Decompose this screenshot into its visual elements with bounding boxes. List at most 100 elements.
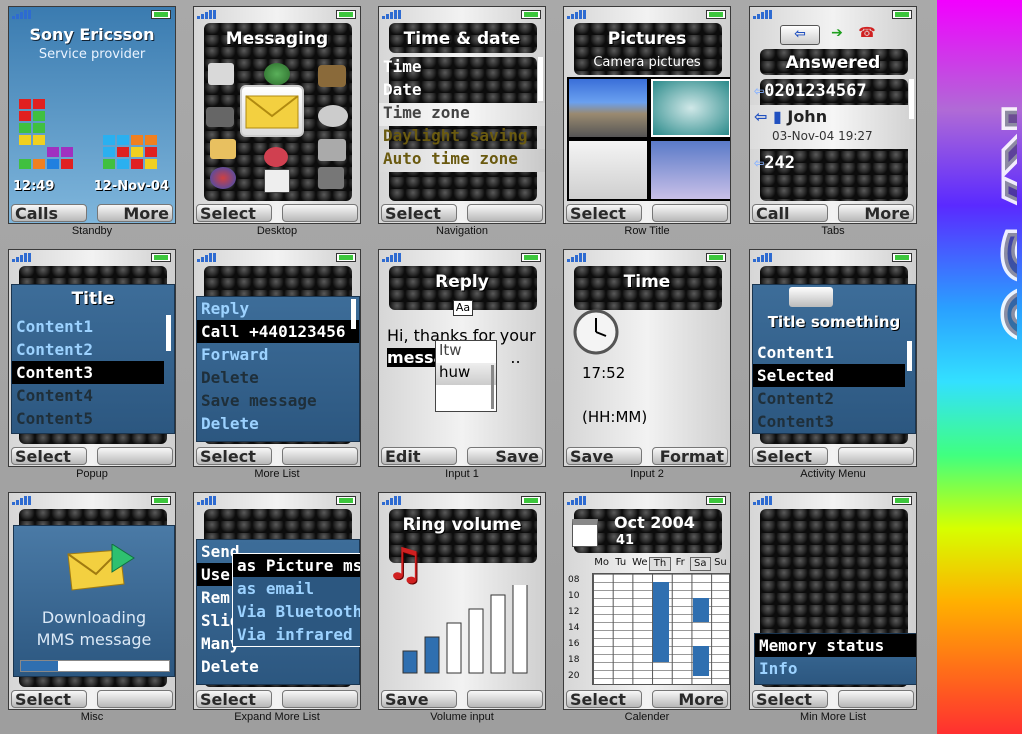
internet-icon[interactable] xyxy=(208,63,234,85)
media-icon[interactable] xyxy=(206,107,234,127)
more-button[interactable]: More xyxy=(97,204,173,222)
list-item[interactable]: Content5 xyxy=(12,407,164,430)
save-button[interactable]: Save xyxy=(381,690,457,708)
camera-icon[interactable] xyxy=(318,65,346,87)
right-softkey[interactable] xyxy=(467,690,543,708)
right-softkey[interactable] xyxy=(282,204,358,222)
list-item[interactable]: Content2 xyxy=(12,338,164,361)
call-entry-selected[interactable]: ⇦ ▮ John 03-Nov-04 19:27 xyxy=(750,105,916,149)
expandmore-cell: Send Use Rem Slide Many Delete as Pictur… xyxy=(189,488,365,731)
tab-missed[interactable]: ☎ xyxy=(854,25,880,45)
menu-item[interactable]: Delete xyxy=(197,366,359,389)
list-item[interactable]: Content1 xyxy=(753,341,905,364)
right-softkey[interactable] xyxy=(97,447,173,465)
calendar-grid[interactable] xyxy=(592,573,730,685)
right-softkey[interactable] xyxy=(838,447,914,465)
calendar-event[interactable] xyxy=(693,646,709,676)
select-button[interactable]: Select xyxy=(566,690,642,708)
menu-item[interactable]: Reply xyxy=(197,297,359,320)
more-button[interactable]: More xyxy=(652,690,728,708)
minute-field[interactable]: 52 xyxy=(606,364,625,382)
activity-tab[interactable] xyxy=(789,287,833,307)
messaging-icon[interactable] xyxy=(240,85,304,137)
filemanager-icon[interactable] xyxy=(210,139,236,159)
select-button[interactable]: Select xyxy=(11,690,87,708)
select-button[interactable]: Select xyxy=(196,690,272,708)
submenu-item[interactable]: as email xyxy=(233,577,360,600)
menu-item[interactable]: Forward xyxy=(197,343,359,366)
list-item[interactable]: Time xyxy=(379,57,545,80)
submenu-item[interactable]: Via Bluetooth xyxy=(233,600,360,623)
menu-item[interactable]: Delete xyxy=(197,655,359,678)
menu-item[interactable]: Save message xyxy=(197,389,359,412)
calendar-icon[interactable] xyxy=(264,169,290,193)
thumbnail[interactable] xyxy=(569,79,647,137)
select-button[interactable]: Select xyxy=(381,204,457,222)
scrollbar[interactable] xyxy=(909,79,914,119)
right-softkey[interactable] xyxy=(467,204,543,222)
more-button[interactable]: More xyxy=(838,204,914,222)
thumbnail[interactable] xyxy=(651,141,730,199)
phonebook-icon[interactable] xyxy=(264,63,290,85)
call-button[interactable]: Call xyxy=(752,204,828,222)
tab-answered[interactable]: ⇦ xyxy=(780,25,820,45)
settings-icon[interactable] xyxy=(318,167,344,189)
list-item[interactable]: Content4 xyxy=(12,384,164,407)
scrollbar[interactable] xyxy=(166,315,171,351)
call-entry[interactable]: ⇦0201234567 xyxy=(754,81,867,101)
list-item[interactable]: Daylight saving xyxy=(379,126,545,149)
scrollbar[interactable] xyxy=(538,57,543,101)
weekday-header: Mo Tu We Th Fr Sa Su xyxy=(592,557,730,571)
list-item-selected[interactable]: Time zone xyxy=(379,103,545,126)
select-button[interactable]: Select xyxy=(752,690,828,708)
calls-button[interactable]: Calls xyxy=(11,204,87,222)
volume-slider[interactable] xyxy=(399,585,539,675)
right-softkey[interactable] xyxy=(282,447,358,465)
list-item[interactable]: Content3 xyxy=(753,410,905,433)
contact-name: John xyxy=(787,107,828,126)
format-button[interactable]: Format xyxy=(652,447,728,465)
menu-item[interactable]: Info xyxy=(755,657,916,680)
list-item[interactable]: Auto time zone xyxy=(379,149,545,172)
save-button[interactable]: Save xyxy=(566,447,642,465)
weekday-label: Sa xyxy=(689,557,711,571)
scrollbar[interactable] xyxy=(491,365,494,409)
calendar-event[interactable] xyxy=(693,598,709,622)
list-item[interactable]: Date xyxy=(379,80,545,103)
right-softkey[interactable] xyxy=(838,690,914,708)
submenu-item[interactable]: Via infrared xyxy=(233,623,360,646)
scrollbar[interactable] xyxy=(351,299,356,329)
connectivity-icon[interactable] xyxy=(210,167,236,189)
submenu-item-selected[interactable]: as Picture msg xyxy=(233,554,360,577)
save-button[interactable]: Save xyxy=(467,447,543,465)
select-button[interactable]: Select xyxy=(196,447,272,465)
organizer-icon[interactable] xyxy=(318,139,346,161)
call-entry[interactable]: ⇦242 xyxy=(754,153,795,173)
select-button[interactable]: Select xyxy=(196,204,272,222)
menu-item-selected[interactable]: Call +440123456 xyxy=(197,320,359,343)
calendar-event[interactable] xyxy=(653,582,669,662)
right-softkey[interactable] xyxy=(652,204,728,222)
select-button[interactable]: Select xyxy=(566,204,642,222)
right-softkey[interactable] xyxy=(282,690,358,708)
right-softkey[interactable] xyxy=(97,690,173,708)
menu-item-selected[interactable]: Memory status xyxy=(755,634,916,657)
list-item[interactable]: Content1 xyxy=(12,315,164,338)
menu-item[interactable]: Delete xyxy=(197,412,359,435)
select-button[interactable]: Select xyxy=(752,447,828,465)
suggestion-item-selected[interactable]: huw xyxy=(436,363,496,385)
entertainment-icon[interactable] xyxy=(264,147,288,167)
select-button[interactable]: Select xyxy=(11,447,87,465)
suggestion-item[interactable]: Itw xyxy=(436,341,496,363)
thumbnail[interactable] xyxy=(569,141,647,199)
edit-button[interactable]: Edit xyxy=(381,447,457,465)
thumbnail-selected[interactable] xyxy=(651,79,730,137)
list-item-selected[interactable]: Content3 xyxy=(12,361,164,384)
radio-icon[interactable] xyxy=(318,105,348,127)
list-item-selected[interactable]: Selected xyxy=(753,364,905,387)
list-item[interactable]: Content2 xyxy=(753,387,905,410)
tab-dialled[interactable]: ➔ xyxy=(824,25,850,45)
time-field[interactable]: 17:52 xyxy=(582,364,625,382)
scrollbar[interactable] xyxy=(907,341,912,371)
hour-field[interactable]: 17 xyxy=(582,364,601,382)
